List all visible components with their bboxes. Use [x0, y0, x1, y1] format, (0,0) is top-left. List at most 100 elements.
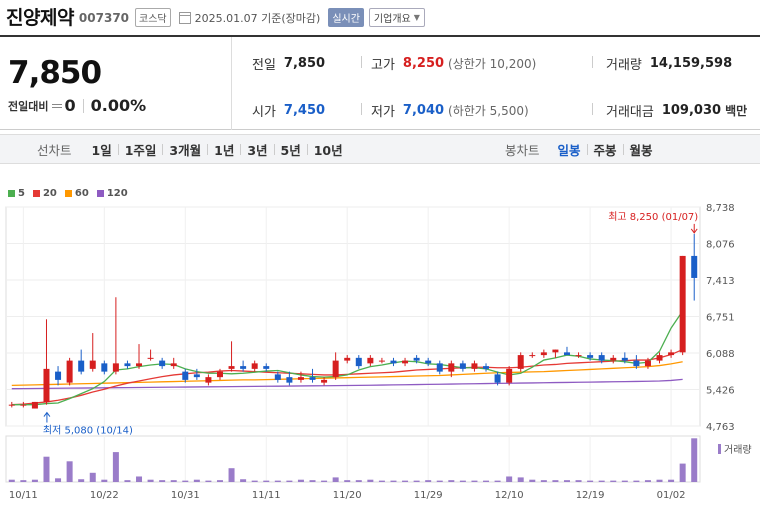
candle-body [43, 368, 50, 402]
volume-bar [448, 480, 455, 482]
candle-body [644, 360, 651, 367]
y-tick-label: 6,088 [706, 349, 735, 360]
volume-bar [297, 479, 304, 482]
candlestick-chart[interactable]: 8,738 8,076 7,413 6,751 6,088 5,426 4,763 10/11… [0, 0, 760, 510]
y-tick-label: 4,763 [706, 422, 735, 433]
volume-bar [147, 479, 154, 482]
candle-body [402, 360, 409, 364]
candle-body [483, 366, 490, 369]
volume-bar [355, 480, 362, 482]
candle-body [78, 360, 85, 372]
candle-body [66, 360, 73, 383]
candle-body [251, 363, 258, 369]
candle-body [355, 357, 362, 367]
x-tick-label: 01/02 [657, 490, 686, 501]
volume-bar [20, 480, 27, 482]
candle-body [240, 366, 247, 369]
candle-body [552, 349, 559, 353]
candle-body [228, 366, 235, 369]
candle-body [136, 363, 143, 367]
candle-body [20, 404, 27, 406]
volume-bar [8, 479, 15, 482]
candle-body [506, 368, 513, 383]
x-tick-label: 10/22 [90, 490, 119, 501]
volume-bar [332, 477, 339, 482]
candle-body [656, 355, 663, 361]
y-tick-label: 8,738 [706, 203, 735, 214]
candle-body [448, 363, 455, 372]
volume-bar [436, 480, 443, 482]
candle-body [205, 377, 212, 383]
x-tick-label: 12/19 [576, 490, 605, 501]
volume-bar [205, 480, 212, 482]
volume-bar [101, 479, 108, 482]
volume-bar [390, 480, 397, 482]
volume-bar [598, 480, 605, 482]
candle-body [182, 371, 189, 380]
candle-body [390, 360, 397, 364]
volume-bar [66, 461, 73, 482]
candle-body [587, 355, 594, 358]
volume-bar [402, 480, 409, 482]
x-tick-label: 10/31 [171, 490, 200, 501]
volume-legend: 거래량 [724, 444, 752, 456]
volume-bar [610, 480, 617, 482]
volume-bar [587, 480, 594, 482]
candle-body [529, 355, 536, 357]
x-tick-label: 11/29 [414, 490, 443, 501]
volume-bar [471, 480, 478, 482]
volume-bar [216, 480, 223, 482]
candle-body [691, 255, 698, 278]
volume-bar [170, 480, 177, 482]
volume-bar [240, 479, 247, 482]
candle-body [309, 377, 316, 380]
candle-body [286, 377, 293, 383]
candle-body [494, 374, 501, 383]
volume-bar [668, 479, 675, 482]
candle-body [321, 379, 328, 383]
candle-body [297, 377, 304, 380]
candle-body [216, 371, 223, 378]
candle-body [459, 363, 466, 369]
volume-bar [112, 452, 119, 482]
candle-body [89, 360, 96, 369]
volume-bar [274, 480, 281, 482]
volume-legend-swatch [718, 444, 721, 454]
candle-body [471, 363, 478, 369]
volume-plot-frame [5, 435, 701, 483]
candle-body [8, 404, 15, 406]
candle-body [563, 352, 570, 356]
volume-bar [251, 480, 258, 482]
volume-bar [182, 480, 189, 482]
volume-bar [309, 480, 316, 482]
volume-bar [286, 480, 293, 482]
volume-bar [633, 480, 640, 482]
volume-bar [43, 456, 50, 482]
volume-bar [563, 480, 570, 482]
y-tick-label: 6,751 [706, 313, 735, 324]
candle-body [274, 374, 281, 380]
candle-body [31, 401, 38, 409]
volume-bar [378, 480, 385, 482]
candle-body [170, 363, 177, 367]
candle-body [610, 357, 617, 361]
volume-bar [517, 477, 524, 482]
candle-body [193, 374, 200, 378]
volume-bar [494, 480, 501, 482]
volume-bar [263, 480, 270, 482]
candle-body [55, 371, 62, 380]
candle-body [112, 363, 119, 372]
candle-body [621, 357, 628, 361]
candle-body [124, 363, 131, 367]
volume-bar [540, 480, 547, 482]
volume-bar [136, 476, 143, 482]
candle-body [332, 360, 339, 378]
volume-bar [413, 480, 420, 482]
y-tick-label: 5,426 [706, 386, 735, 397]
candle-body [436, 363, 443, 372]
volume-bar [621, 480, 628, 482]
volume-bar [691, 438, 698, 482]
y-tick-label: 8,076 [706, 240, 735, 251]
candle-body [425, 360, 432, 364]
x-tick-label: 10/11 [9, 490, 38, 501]
